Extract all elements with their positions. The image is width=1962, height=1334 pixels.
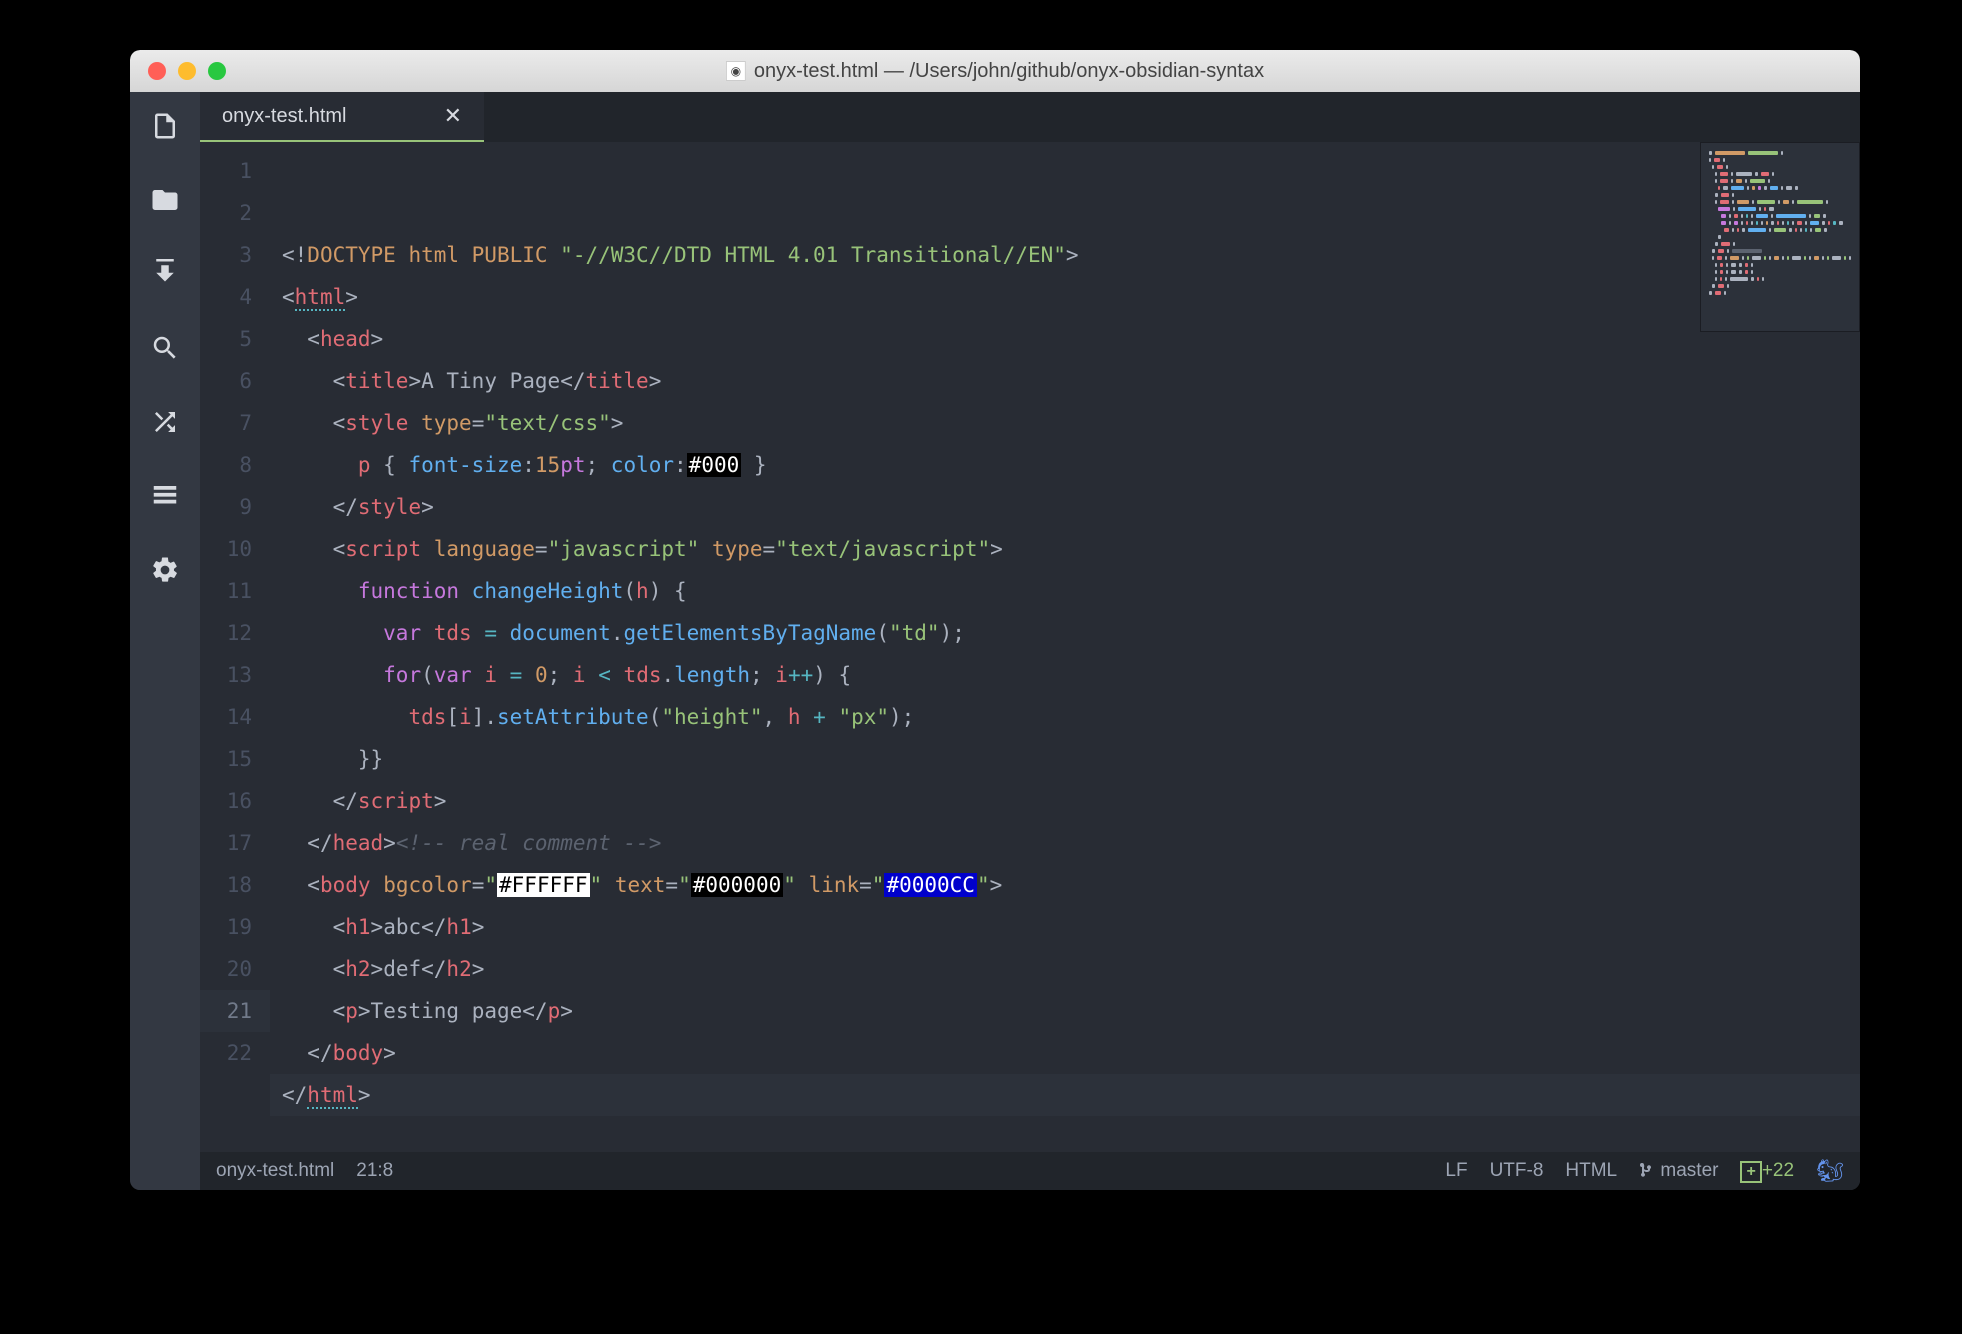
- line-number-gutter[interactable]: 12345678910111213141516171819202122: [200, 142, 270, 1152]
- minimap[interactable]: [1700, 142, 1860, 332]
- close-window-button[interactable]: [148, 62, 166, 80]
- tab-onyx-test[interactable]: onyx-test.html ✕: [200, 92, 484, 142]
- app-window: ◉ onyx-test.html — /Users/john/github/on…: [130, 50, 1860, 1190]
- download-icon[interactable]: [149, 258, 181, 290]
- menu-icon[interactable]: [149, 480, 181, 512]
- gear-icon[interactable]: [149, 554, 181, 586]
- zoom-window-button[interactable]: [208, 62, 226, 80]
- titlebar[interactable]: ◉ onyx-test.html — /Users/john/github/on…: [130, 50, 1860, 92]
- folder-icon[interactable]: [149, 184, 181, 216]
- title-path: /Users/john/github/onyx-obsidian-syntax: [909, 60, 1264, 82]
- window-title: ◉ onyx-test.html — /Users/john/github/on…: [726, 60, 1264, 83]
- search-icon[interactable]: [149, 332, 181, 364]
- tab-bar: onyx-test.html ✕: [200, 92, 1860, 142]
- shuffle-icon[interactable]: [149, 406, 181, 438]
- editor-area: onyx-test.html ✕ 12345678910111213141516…: [200, 92, 1860, 1190]
- close-tab-icon[interactable]: ✕: [444, 103, 462, 129]
- tab-label: onyx-test.html: [222, 105, 346, 128]
- window-controls: [148, 62, 226, 80]
- code-editor[interactable]: <!DOCTYPE html PUBLIC "-//W3C//DTD HTML …: [270, 142, 1860, 1152]
- file-icon[interactable]: [149, 110, 181, 142]
- title-filename: onyx-test.html: [754, 60, 878, 82]
- minimize-window-button[interactable]: [178, 62, 196, 80]
- activity-sidebar: [130, 92, 200, 1190]
- chrome-file-icon: ◉: [726, 61, 746, 81]
